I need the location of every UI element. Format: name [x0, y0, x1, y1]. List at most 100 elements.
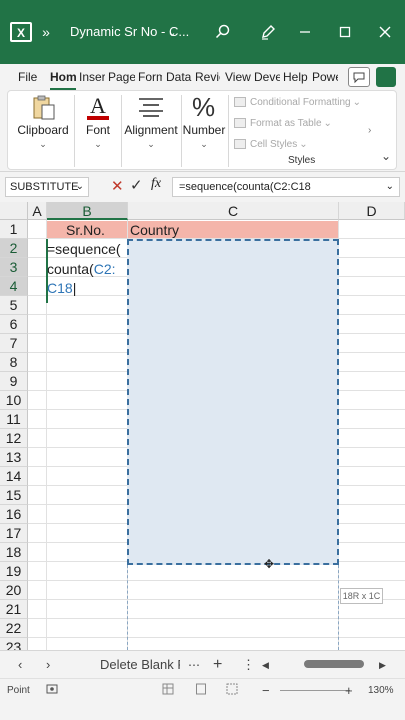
- select-all-corner[interactable]: [0, 202, 28, 220]
- row-header-7[interactable]: 7: [0, 334, 28, 353]
- row-header-17[interactable]: 17: [0, 524, 28, 543]
- font-button[interactable]: A Font ⌄: [76, 91, 120, 169]
- tab-insert[interactable]: Insert: [79, 64, 105, 90]
- cancel-icon[interactable]: ✕: [111, 177, 124, 195]
- chevron-down-icon: ⌄: [39, 139, 47, 149]
- search-icon[interactable]: [212, 0, 234, 64]
- cell-c1[interactable]: Country: [130, 222, 179, 238]
- row-header-15[interactable]: 15: [0, 486, 28, 505]
- chevron-down-icon: ⌄: [94, 139, 102, 149]
- mode-indicator: Point: [7, 685, 30, 696]
- font-color-icon: A: [86, 93, 110, 124]
- row-header-6[interactable]: 6: [0, 315, 28, 334]
- tab-review[interactable]: Revie: [195, 64, 220, 90]
- row-header-13[interactable]: 13: [0, 448, 28, 467]
- column-header-a[interactable]: A: [28, 202, 47, 220]
- formula-function-text: counta(: [47, 261, 94, 277]
- page-break-view-icon[interactable]: [226, 683, 238, 699]
- chevron-down-icon: ⌄: [299, 138, 308, 150]
- row-header-3[interactable]: 3: [0, 258, 28, 277]
- alignment-button[interactable]: Alignment ⌄: [122, 91, 180, 169]
- row-header-5[interactable]: 5: [0, 296, 28, 315]
- maximize-button[interactable]: [334, 0, 356, 64]
- page-layout-view-icon[interactable]: [195, 683, 207, 699]
- row-header-1[interactable]: 1: [0, 220, 28, 239]
- more-commands-icon[interactable]: »: [38, 0, 54, 64]
- column-header-d[interactable]: D: [339, 202, 405, 220]
- row-header-23[interactable]: 23: [0, 638, 28, 650]
- excel-logo-icon: X: [8, 0, 34, 64]
- formula-bar: SUBSTITUTE ⌄ ✕ ✓ fx =sequence(counta(C2:…: [0, 172, 405, 202]
- insert-function-icon[interactable]: fx: [151, 176, 161, 192]
- column-header-c[interactable]: C: [128, 202, 339, 220]
- cell-styles-label: Cell Styles: [250, 138, 298, 150]
- fill-handle-icon[interactable]: ✥: [264, 558, 276, 570]
- cell-styles-button[interactable]: Cell Styles ⌄: [234, 135, 308, 153]
- alignment-label: Alignment: [124, 123, 178, 137]
- clipboard-button[interactable]: Clipboard ⌄: [14, 91, 72, 169]
- row-header-19[interactable]: 19: [0, 562, 28, 581]
- row-header-21[interactable]: 21: [0, 600, 28, 619]
- chevron-down-icon[interactable]: ⌄: [164, 0, 180, 64]
- macro-recording-icon[interactable]: [46, 683, 58, 699]
- row-header-8[interactable]: 8: [0, 353, 28, 372]
- scroll-right-icon[interactable]: ▶: [379, 651, 386, 679]
- name-box[interactable]: SUBSTITUTE ⌄: [5, 177, 89, 197]
- chevron-right-icon[interactable]: ›: [46, 651, 50, 679]
- row-header-11[interactable]: 11: [0, 410, 28, 429]
- share-button[interactable]: [376, 67, 396, 87]
- enter-icon[interactable]: ✓: [130, 176, 143, 194]
- format-as-table-button[interactable]: Format as Table ⌄: [234, 114, 332, 132]
- column-header-b[interactable]: B: [47, 202, 128, 220]
- row-header-18[interactable]: 18: [0, 543, 28, 562]
- sheet-tab-delete-blank-rows[interactable]: Delete Blank Ro: [100, 651, 180, 679]
- number-label: Number: [182, 123, 226, 137]
- chevron-down-icon: ⌄: [147, 139, 155, 149]
- row-header-14[interactable]: 14: [0, 467, 28, 486]
- comments-button[interactable]: [348, 67, 370, 87]
- formula-reference-end: C18: [47, 280, 73, 296]
- zoom-slider[interactable]: [280, 690, 350, 691]
- normal-view-icon[interactable]: [162, 683, 174, 699]
- cell-b1[interactable]: Sr.No.: [66, 222, 105, 238]
- chevron-left-icon[interactable]: ‹: [18, 651, 22, 679]
- tab-file[interactable]: File: [18, 64, 44, 90]
- font-label: Font: [85, 123, 110, 137]
- pen-icon[interactable]: [257, 0, 279, 64]
- row-header-22[interactable]: 22: [0, 619, 28, 638]
- row-header-12[interactable]: 12: [0, 429, 28, 448]
- tab-view[interactable]: View: [225, 64, 251, 90]
- close-button[interactable]: [374, 0, 396, 64]
- percent-icon: %: [192, 92, 216, 122]
- scroll-left-icon[interactable]: ◀: [262, 651, 269, 679]
- ribbon-expand-button[interactable]: ⌄: [381, 149, 391, 163]
- sheet-list-icon[interactable]: ⋯: [188, 651, 200, 679]
- worksheet-grid[interactable]: A B C D 1 2 3 4 5 6 7 8 9 10 11 12 13 14 15 16 17 18 19 20 2…: [0, 202, 405, 650]
- row-header-10[interactable]: 10: [0, 391, 28, 410]
- row-header-4[interactable]: 4: [0, 277, 28, 296]
- add-sheet-icon[interactable]: +: [213, 651, 222, 679]
- horizontal-scrollbar-thumb[interactable]: [304, 660, 364, 668]
- row-header-16[interactable]: 16: [0, 505, 28, 524]
- zoom-in-icon[interactable]: +: [345, 683, 353, 699]
- number-button[interactable]: % Number ⌄: [182, 91, 226, 169]
- zoom-out-icon[interactable]: −: [262, 683, 270, 699]
- tab-formulas[interactable]: Form: [138, 64, 162, 90]
- tab-home[interactable]: Home: [50, 64, 76, 90]
- tab-developer[interactable]: Deve: [254, 64, 280, 90]
- minimize-button[interactable]: [294, 0, 316, 64]
- reference-range-extension: [127, 565, 339, 650]
- chevron-right-icon[interactable]: ›: [368, 125, 371, 136]
- more-options-icon[interactable]: ⋮: [242, 651, 255, 679]
- tab-help[interactable]: Help: [283, 64, 309, 90]
- conditional-formatting-label: Conditional Formatting: [250, 96, 351, 108]
- tab-power[interactable]: Powe: [312, 64, 338, 90]
- formula-input[interactable]: =sequence(counta(C2:C18 ⌄: [172, 177, 400, 197]
- row-header-9[interactable]: 9: [0, 372, 28, 391]
- tab-data[interactable]: Data: [166, 64, 192, 90]
- tab-page-layout[interactable]: Page: [108, 64, 135, 90]
- row-header-20[interactable]: 20: [0, 581, 28, 600]
- zoom-level[interactable]: 130%: [368, 683, 394, 699]
- conditional-formatting-button[interactable]: Conditional Formatting ⌄: [234, 93, 361, 111]
- row-header-2[interactable]: 2: [0, 239, 28, 258]
